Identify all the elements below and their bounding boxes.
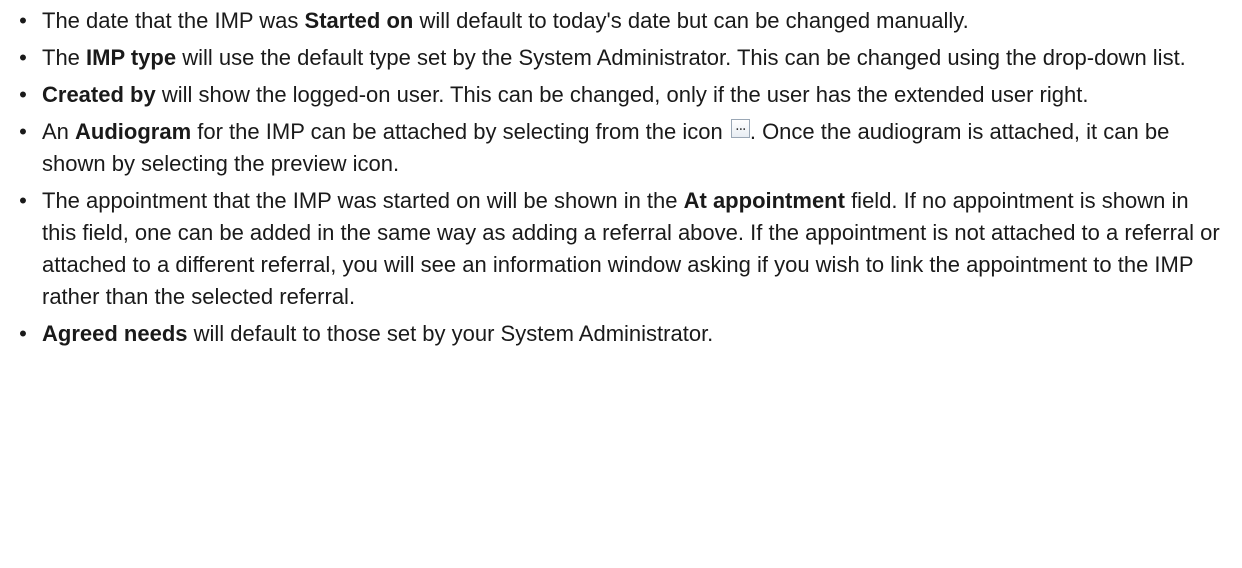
item-term: Created by: [42, 82, 156, 107]
item-text: will default to today's date but can be …: [413, 8, 969, 33]
item-term: At appointment: [683, 188, 845, 213]
bullet-marker: •: [19, 321, 27, 346]
item-text: An: [42, 119, 76, 144]
item-text: The appointment that the IMP was started…: [42, 188, 684, 213]
list-item: • The IMP type will use the default type …: [0, 42, 1242, 74]
item-term: IMP type: [86, 45, 177, 70]
item-term: Started on: [304, 8, 414, 33]
item-term: Audiogram: [75, 119, 192, 144]
item-text: The date that the IMP was: [42, 8, 305, 33]
list-item: • Agreed needs will default to those set …: [0, 318, 1242, 350]
item-text: for the IMP can be attached by selecting…: [191, 119, 723, 144]
list-item: • An Audiogram for the IMP can be attache…: [0, 114, 1242, 180]
list-item: • The appointment that the IMP was starte…: [0, 185, 1242, 313]
item-text: will show the logged-on user. This can b…: [155, 82, 1089, 107]
item-term: Agreed needs: [42, 321, 188, 346]
bullet-marker: •: [19, 82, 27, 107]
bullet-marker: •: [19, 119, 27, 144]
item-text: will default to those set by your System…: [187, 321, 714, 346]
bullet-marker: •: [19, 45, 27, 70]
bullet-marker: •: [19, 188, 27, 213]
ellipsis-button-icon: [730, 114, 750, 146]
item-text: The: [42, 45, 87, 70]
document-page: • The date that the IMP was Started on wi…: [0, 0, 1242, 568]
bullet-list: • The date that the IMP was Started on wi…: [0, 5, 1242, 355]
item-text: will use the default type set by the Sys…: [176, 45, 1186, 70]
bullet-marker: •: [19, 8, 27, 33]
list-item: • The date that the IMP was Started on wi…: [0, 5, 1242, 37]
list-item: • Created by will show the logged-on user…: [0, 79, 1242, 111]
